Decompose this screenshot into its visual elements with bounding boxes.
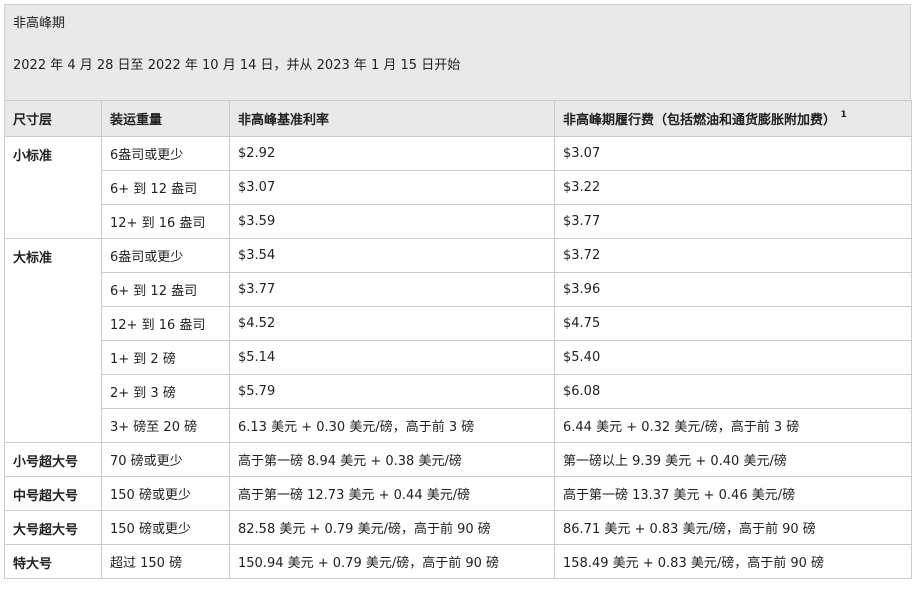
shipping-weight-cell: 6+ 到 12 盎司 <box>101 170 230 205</box>
fulfillment-fee-cell: $3.96 <box>554 272 912 307</box>
shipping-weight-cell: 12+ 到 16 盎司 <box>101 306 230 341</box>
base-rate-cell: 150.94 美元 + 0.79 美元/磅，高于前 90 磅 <box>229 544 555 579</box>
table-row: 大号超大号 150 磅或更少 82.58 美元 + 0.79 美元/磅，高于前 90… <box>4 510 912 545</box>
base-rate-cell: $2.92 <box>229 136 555 171</box>
base-rate-cell: 82.58 美元 + 0.79 美元/磅，高于前 90 磅 <box>229 510 555 545</box>
table-header-row: 尺寸层 装运重量 非高峰基准利率 非高峰期履行费（包括燃油和通货膨胀附加费） 1 <box>4 100 912 137</box>
size-tier-cell: 小号超大号 <box>4 442 102 477</box>
table-row: 6+ 到 12 盎司 $3.77 $3.96 <box>5 272 912 307</box>
fulfillment-fee-cell: $5.40 <box>554 340 912 375</box>
fulfillment-fee-cell: $4.75 <box>554 306 912 341</box>
fulfillment-fee-cell: 158.49 美元 + 0.83 美元/磅，高于前 90 磅 <box>554 544 912 579</box>
table-row: 3+ 磅至 20 磅 6.13 美元 + 0.30 美元/磅，高于前 3 磅 6.4… <box>5 408 912 443</box>
table-row: 12+ 到 16 盎司 $3.59 $3.77 <box>5 204 912 239</box>
shipping-weight-cell: 1+ 到 2 磅 <box>101 340 230 375</box>
fee-table-container: 非高峰期 2022 年 4 月 28 日至 2022 年 10 月 14 日，并… <box>4 4 912 579</box>
table-row: 6+ 到 12 盎司 $3.07 $3.22 <box>5 170 912 205</box>
shipping-weight-cell: 2+ 到 3 磅 <box>101 374 230 409</box>
table-row: 小标准 6盎司或更少 $2.92 $3.07 <box>4 136 912 239</box>
table-row: 特大号 超过 150 磅 150.94 美元 + 0.79 美元/磅，高于前 90 … <box>4 544 912 579</box>
shipping-weight-cell: 3+ 磅至 20 磅 <box>101 408 230 443</box>
base-rate-cell: $3.07 <box>229 170 555 205</box>
fee-table: 尺寸层 装运重量 非高峰基准利率 非高峰期履行费（包括燃油和通货膨胀附加费） 1… <box>4 100 912 579</box>
table-body: 小标准 6盎司或更少 $2.92 $3.07 6+ 到 12 盎司 $3.07 $3.22 1… <box>4 136 912 579</box>
fulfillment-fee-cell: $3.22 <box>554 170 912 205</box>
footnote-link[interactable]: 1 <box>841 110 847 120</box>
base-rate-cell: 高于第一磅 12.73 美元 + 0.44 美元/磅 <box>229 476 555 511</box>
shipping-weight-cell: 6盎司或更少 <box>101 136 230 171</box>
fulfillment-fee-cell: 86.71 美元 + 0.83 美元/磅，高于前 90 磅 <box>554 510 912 545</box>
shipping-weight-cell: 150 磅或更少 <box>101 476 230 511</box>
period-banner: 非高峰期 2022 年 4 月 28 日至 2022 年 10 月 14 日，并… <box>4 4 911 100</box>
table-row: 中号超大号 150 磅或更少 高于第一磅 12.73 美元 + 0.44 美元/磅高… <box>4 476 912 511</box>
header-fulfillment-fee-label: 非高峰期履行费（包括燃油和通货膨胀附加费） <box>563 113 837 128</box>
shipping-weight-cell: 6盎司或更少 <box>101 238 230 273</box>
size-tier-cell: 大号超大号 <box>4 510 102 545</box>
base-rate-cell: $3.77 <box>229 272 555 307</box>
fulfillment-fee-cell: $6.08 <box>554 374 912 409</box>
base-rate-cell: $3.54 <box>229 238 555 273</box>
shipping-weight-cell: 12+ 到 16 盎司 <box>101 204 230 239</box>
header-shipping-weight: 装运重量 <box>101 100 230 137</box>
base-rate-cell: $3.59 <box>229 204 555 239</box>
base-rate-cell: 高于第一磅 8.94 美元 + 0.38 美元/磅 <box>229 442 555 477</box>
table-row: 12+ 到 16 盎司 $4.52 $4.75 <box>5 306 912 341</box>
fulfillment-fee-cell: $3.07 <box>554 136 912 171</box>
shipping-weight-cell: 超过 150 磅 <box>101 544 230 579</box>
header-base-rate: 非高峰基准利率 <box>229 100 555 137</box>
fulfillment-fee-cell: 第一磅以上 9.39 美元 + 0.40 美元/磅 <box>554 442 912 477</box>
fulfillment-fee-cell: 高于第一磅 13.37 美元 + 0.46 美元/磅 <box>554 476 912 511</box>
shipping-weight-cell: 6+ 到 12 盎司 <box>101 272 230 307</box>
shipping-weight-cell: 70 磅或更少 <box>101 442 230 477</box>
size-tier-cell: 大标准 <box>4 238 102 443</box>
base-rate-cell: 6.13 美元 + 0.30 美元/磅，高于前 3 磅 <box>229 408 555 443</box>
size-tier-cell: 特大号 <box>4 544 102 579</box>
base-rate-cell: $5.14 <box>229 340 555 375</box>
header-fulfillment-fee: 非高峰期履行费（包括燃油和通货膨胀附加费） 1 <box>554 100 912 137</box>
base-rate-cell: $4.52 <box>229 306 555 341</box>
period-title: 非高峰期 <box>13 16 66 31</box>
fulfillment-fee-cell: $3.72 <box>554 238 912 273</box>
size-tier-cell: 小标准 <box>4 136 102 239</box>
base-rate-cell: $5.79 <box>229 374 555 409</box>
shipping-weight-cell: 150 磅或更少 <box>101 510 230 545</box>
size-tier-cell: 中号超大号 <box>4 476 102 511</box>
table-row: 大标准 6盎司或更少 $3.54 $3.72 <box>4 238 912 443</box>
table-row: 2+ 到 3 磅 $5.79 $6.08 <box>5 374 912 409</box>
header-size-tier: 尺寸层 <box>4 100 102 137</box>
period-dates: 2022 年 4 月 28 日至 2022 年 10 月 14 日，并从 202… <box>13 58 461 73</box>
table-row: 小号超大号 70 磅或更少 高于第一磅 8.94 美元 + 0.38 美元/磅 第一磅… <box>4 442 912 477</box>
table-row: 1+ 到 2 磅 $5.14 $5.40 <box>5 340 912 375</box>
fulfillment-fee-cell: 6.44 美元 + 0.32 美元/磅，高于前 3 磅 <box>554 408 912 443</box>
fulfillment-fee-cell: $3.77 <box>554 204 912 239</box>
